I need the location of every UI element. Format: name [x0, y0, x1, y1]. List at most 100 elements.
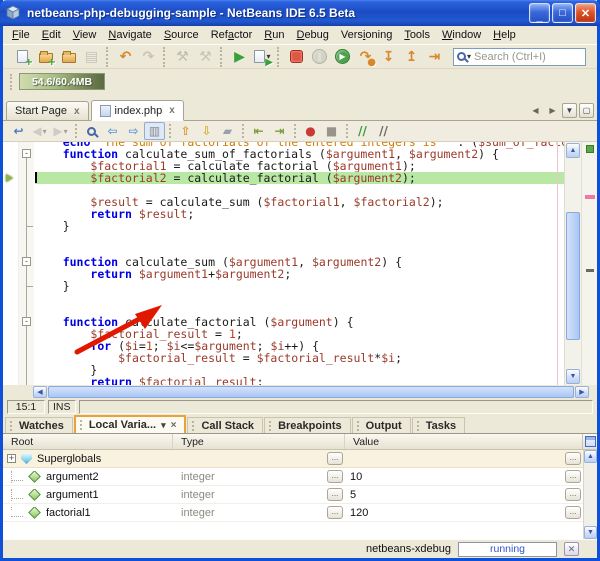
value-ellipsis-button[interactable]: ... [565, 452, 581, 465]
fold-collapse-icon[interactable]: - [22, 257, 31, 266]
scroll-left-icon[interactable]: ◀ [33, 386, 47, 398]
table-scroll-up-icon[interactable]: ▲ [584, 450, 597, 463]
minimize-button[interactable]: _ [529, 3, 550, 23]
build-project-icon[interactable]: ⚒ [171, 47, 194, 67]
new-project-icon[interactable]: + [34, 47, 57, 67]
error-stripe[interactable] [581, 142, 597, 385]
last-edit-location-icon[interactable]: ↩ [8, 122, 29, 140]
value-ellipsis-button[interactable]: ... [565, 470, 581, 483]
menu-view[interactable]: View [67, 27, 103, 43]
table-row[interactable]: argument1integer...5... [3, 486, 583, 504]
menu-edit[interactable]: Edit [36, 27, 67, 43]
scroll-right-icon[interactable]: ▶ [575, 386, 589, 398]
toolbar-grip[interactable] [10, 74, 13, 90]
type-ellipsis-button[interactable]: ... [327, 488, 343, 501]
scroll-up-icon[interactable]: ▲ [566, 143, 580, 158]
code-line[interactable] [35, 232, 564, 244]
uncomment-icon[interactable]: // [373, 122, 394, 140]
menu-window[interactable]: Window [436, 27, 487, 43]
panel-tab-local-varia-[interactable]: Local Varia...▾× [74, 415, 187, 433]
value-ellipsis-button[interactable]: ... [565, 506, 581, 519]
type-ellipsis-button[interactable]: ... [327, 470, 343, 483]
step-into-icon[interactable]: ↧ [377, 47, 400, 67]
pause-icon[interactable]: ‖ [308, 47, 331, 67]
table-row[interactable]: +Superglobals...... [3, 450, 583, 468]
menu-source[interactable]: Source [158, 27, 205, 43]
back-icon[interactable]: ◀▾ [29, 122, 50, 140]
fold-collapse-icon[interactable]: - [22, 149, 31, 158]
maximize-editor-icon[interactable]: ▢ [579, 103, 594, 118]
step-out-icon[interactable]: ↥ [400, 47, 423, 67]
panel-tab-tasks[interactable]: Tasks [412, 417, 465, 433]
insert-mode[interactable]: INS [48, 400, 76, 414]
finish-debugger-session-icon[interactable] [285, 47, 308, 67]
open-project-icon[interactable] [57, 47, 80, 67]
quick-search[interactable]: ▾ [453, 48, 586, 66]
menu-tools[interactable]: Tools [398, 27, 436, 43]
close-window-icon[interactable]: × [171, 420, 177, 431]
menu-versioning[interactable]: Versioning [335, 27, 398, 43]
horizontal-scroll-thumb[interactable] [48, 386, 574, 398]
debug-project-icon[interactable]: ▶▾ [251, 47, 274, 67]
panel-tab-call-stack[interactable]: Call Stack [187, 417, 263, 433]
maximize-button[interactable]: □ [552, 3, 573, 23]
menu-navigate[interactable]: Navigate [102, 27, 157, 43]
code-editor[interactable]: --- echo "The sum of factorials of the e… [3, 142, 597, 385]
expand-icon[interactable]: + [7, 454, 16, 463]
panel-tab-breakpoints[interactable]: Breakpoints [264, 417, 351, 433]
minimize-window-icon[interactable]: ▾ [161, 420, 166, 431]
tab-list-dropdown-icon[interactable]: ▼ [562, 103, 577, 118]
vertical-scroll-thumb[interactable] [566, 212, 580, 340]
stripe-bookmark-mark[interactable] [585, 195, 595, 199]
step-over-icon[interactable]: ↷● [354, 47, 377, 67]
table-settings-button[interactable] [582, 434, 597, 449]
scroll-tabs-right-icon[interactable]: ▶ [545, 103, 560, 118]
menu-run[interactable]: Run [258, 27, 290, 43]
previous-bookmark-icon[interactable]: ⇧ [175, 122, 196, 140]
next-bookmark-icon[interactable]: ⇩ [196, 122, 217, 140]
table-scroll-down-icon[interactable]: ▼ [584, 526, 597, 539]
redo-icon[interactable]: ↷ [137, 47, 160, 67]
menu-debug[interactable]: Debug [290, 27, 334, 43]
memory-indicator[interactable]: 54.6/60.4MB [19, 73, 105, 90]
shift-line-left-icon[interactable]: ⇤ [248, 122, 269, 140]
column-type[interactable]: Type [173, 434, 345, 449]
panel-tab-watches[interactable]: Watches [5, 417, 73, 433]
column-root[interactable]: Root [3, 434, 173, 449]
find-selection-icon[interactable] [81, 122, 102, 140]
panel-tab-output[interactable]: Output [352, 417, 411, 433]
forward-icon[interactable]: ▶▾ [50, 122, 71, 140]
editor-vertical-scrollbar[interactable]: ▲ ▼ [564, 142, 581, 385]
table-row[interactable]: argument2integer...10... [3, 468, 583, 486]
fold-margin[interactable]: - - - [19, 142, 34, 385]
menu-refactor[interactable]: Refactor [205, 27, 259, 43]
code-line[interactable]: } [35, 280, 564, 292]
current-debug-line[interactable]: $factorial2 = calculate_factorial ($argu… [35, 172, 564, 184]
type-ellipsis-button[interactable]: ... [327, 452, 343, 465]
shift-line-right-icon[interactable]: ⇥ [269, 122, 290, 140]
clean-build-project-icon[interactable]: ⚒ [194, 47, 217, 67]
scroll-tabs-left-icon[interactable]: ◀ [528, 103, 543, 118]
stop-macro-recording-icon[interactable]: ■ [321, 122, 342, 140]
scroll-down-icon[interactable]: ▼ [566, 369, 580, 384]
column-value[interactable]: Value [345, 434, 582, 449]
undo-icon[interactable]: ↶ [114, 47, 137, 67]
save-all-icon[interactable]: ▤ [80, 47, 103, 67]
toggle-highlight-search-icon[interactable]: ▥ [144, 122, 165, 140]
search-input[interactable] [474, 51, 582, 63]
code-line[interactable]: return $factorial_result; [35, 376, 564, 385]
run-to-cursor-icon[interactable]: ⇥ [423, 47, 446, 67]
editor-horizontal-scrollbar[interactable]: ◀ ▶ [3, 385, 597, 399]
cancel-process-icon[interactable]: ✕ [564, 542, 579, 556]
new-file-icon[interactable]: + [11, 47, 34, 67]
glyph-margin[interactable] [3, 142, 19, 385]
stripe-caret-mark[interactable] [586, 269, 594, 272]
menu-file[interactable]: File [6, 27, 36, 43]
continue-icon[interactable]: ▶ [331, 47, 354, 67]
close-tab-icon[interactable]: x [74, 106, 80, 117]
fold-collapse-icon[interactable]: - [22, 317, 31, 326]
code-line[interactable]: } [35, 220, 564, 232]
tab-start-page[interactable]: Start Pagex [6, 101, 89, 120]
code-line[interactable]: return $argument1+$argument2; [35, 268, 564, 280]
comment-icon[interactable]: // [352, 122, 373, 140]
